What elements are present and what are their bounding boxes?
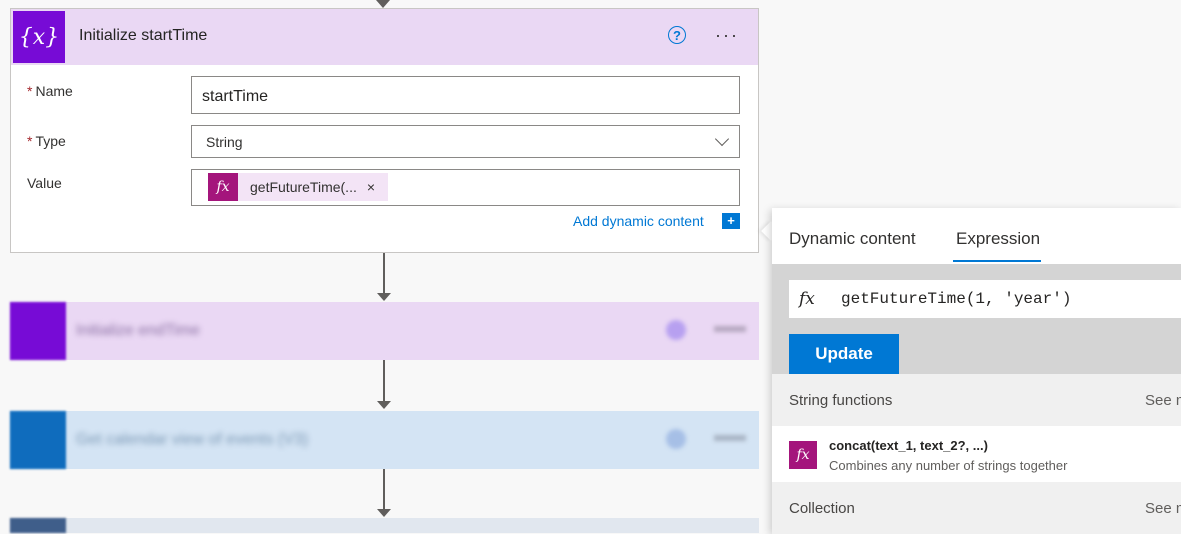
name-label: * Name (27, 83, 73, 99)
card-header[interactable]: {x} Initialize startTime ? ··· (11, 9, 758, 65)
connector-line (383, 360, 385, 402)
more-options-icon[interactable] (714, 435, 746, 441)
expression-input[interactable]: fx getFutureTime(1, 'year') (789, 280, 1181, 318)
fx-icon: fx (799, 289, 815, 309)
value-label: Value (27, 175, 62, 191)
active-tab-indicator (953, 260, 1041, 262)
expression-text: getFutureTime(1, 'year') (841, 290, 1072, 308)
expression-token[interactable]: fx getFutureTime(... × (208, 173, 388, 201)
type-label-text: Type (35, 133, 66, 149)
function-description: Combines any number of strings together (829, 458, 1068, 473)
help-icon[interactable] (666, 320, 686, 340)
connector-arrow (377, 293, 391, 301)
step-title: Get calendar view of events (V3) (76, 431, 309, 448)
name-field[interactable]: startTime (191, 76, 740, 114)
tab-expression[interactable]: Expression (956, 229, 1040, 249)
step-initialize-endtime[interactable]: Initialize endTime (10, 302, 759, 360)
name-label-text: Name (35, 83, 73, 99)
card-title[interactable]: Initialize startTime (79, 27, 207, 45)
see-more-link[interactable]: See m (1145, 392, 1181, 409)
step-get-calendar-view[interactable]: Get calendar view of events (V3) (10, 411, 759, 469)
add-dynamic-content-icon[interactable]: + (722, 213, 740, 229)
required-marker: * (27, 133, 33, 149)
more-options-icon[interactable]: ··· (715, 25, 739, 46)
expression-editor-area: fx getFutureTime(1, 'year') Update (772, 264, 1181, 374)
fx-icon: fx (208, 173, 238, 201)
function-item-concat[interactable]: fx concat(text_1, text_2?, ...) Combines… (772, 426, 1181, 482)
update-button[interactable]: Update (789, 334, 899, 374)
token-text: getFutureTime(... (250, 179, 357, 195)
tab-dynamic-content[interactable]: Dynamic content (789, 229, 916, 249)
step-icon (10, 518, 66, 533)
see-more-link[interactable]: See m (1145, 500, 1181, 517)
remove-token-icon[interactable]: × (367, 179, 375, 195)
connector-line (383, 469, 385, 511)
connector-arrow-top (376, 0, 390, 8)
outlook-icon (10, 411, 66, 469)
type-label: * Type (27, 133, 66, 149)
connector-arrow (377, 509, 391, 517)
more-options-icon[interactable] (714, 326, 746, 332)
section-string-functions: String functions See m (772, 374, 1181, 426)
step-title: Initialize endTime (76, 322, 200, 339)
type-select[interactable]: String (191, 125, 740, 158)
type-select-value: String (206, 134, 243, 150)
help-icon[interactable] (666, 429, 686, 449)
connector-line (383, 253, 385, 295)
variable-icon: {x} (13, 11, 65, 63)
required-marker: * (27, 83, 33, 99)
add-dynamic-content-link[interactable]: Add dynamic content (573, 213, 704, 229)
fx-icon: fx (789, 441, 817, 469)
value-field[interactable]: fx getFutureTime(... × (191, 169, 740, 206)
connector-arrow (377, 401, 391, 409)
section-label: String functions (789, 392, 893, 409)
variable-icon (10, 302, 66, 360)
function-name: concat(text_1, text_2?, ...) (829, 438, 988, 453)
dynamic-content-panel: Dynamic content Expression fx getFutureT… (772, 208, 1181, 534)
section-collection: Collection See m (772, 482, 1181, 534)
step-next[interactable] (10, 518, 759, 533)
help-icon[interactable]: ? (668, 26, 686, 44)
initialize-variable-card: {x} Initialize startTime ? ··· * Name sta… (10, 8, 759, 253)
section-label: Collection (789, 500, 855, 517)
chevron-down-icon (714, 131, 730, 147)
